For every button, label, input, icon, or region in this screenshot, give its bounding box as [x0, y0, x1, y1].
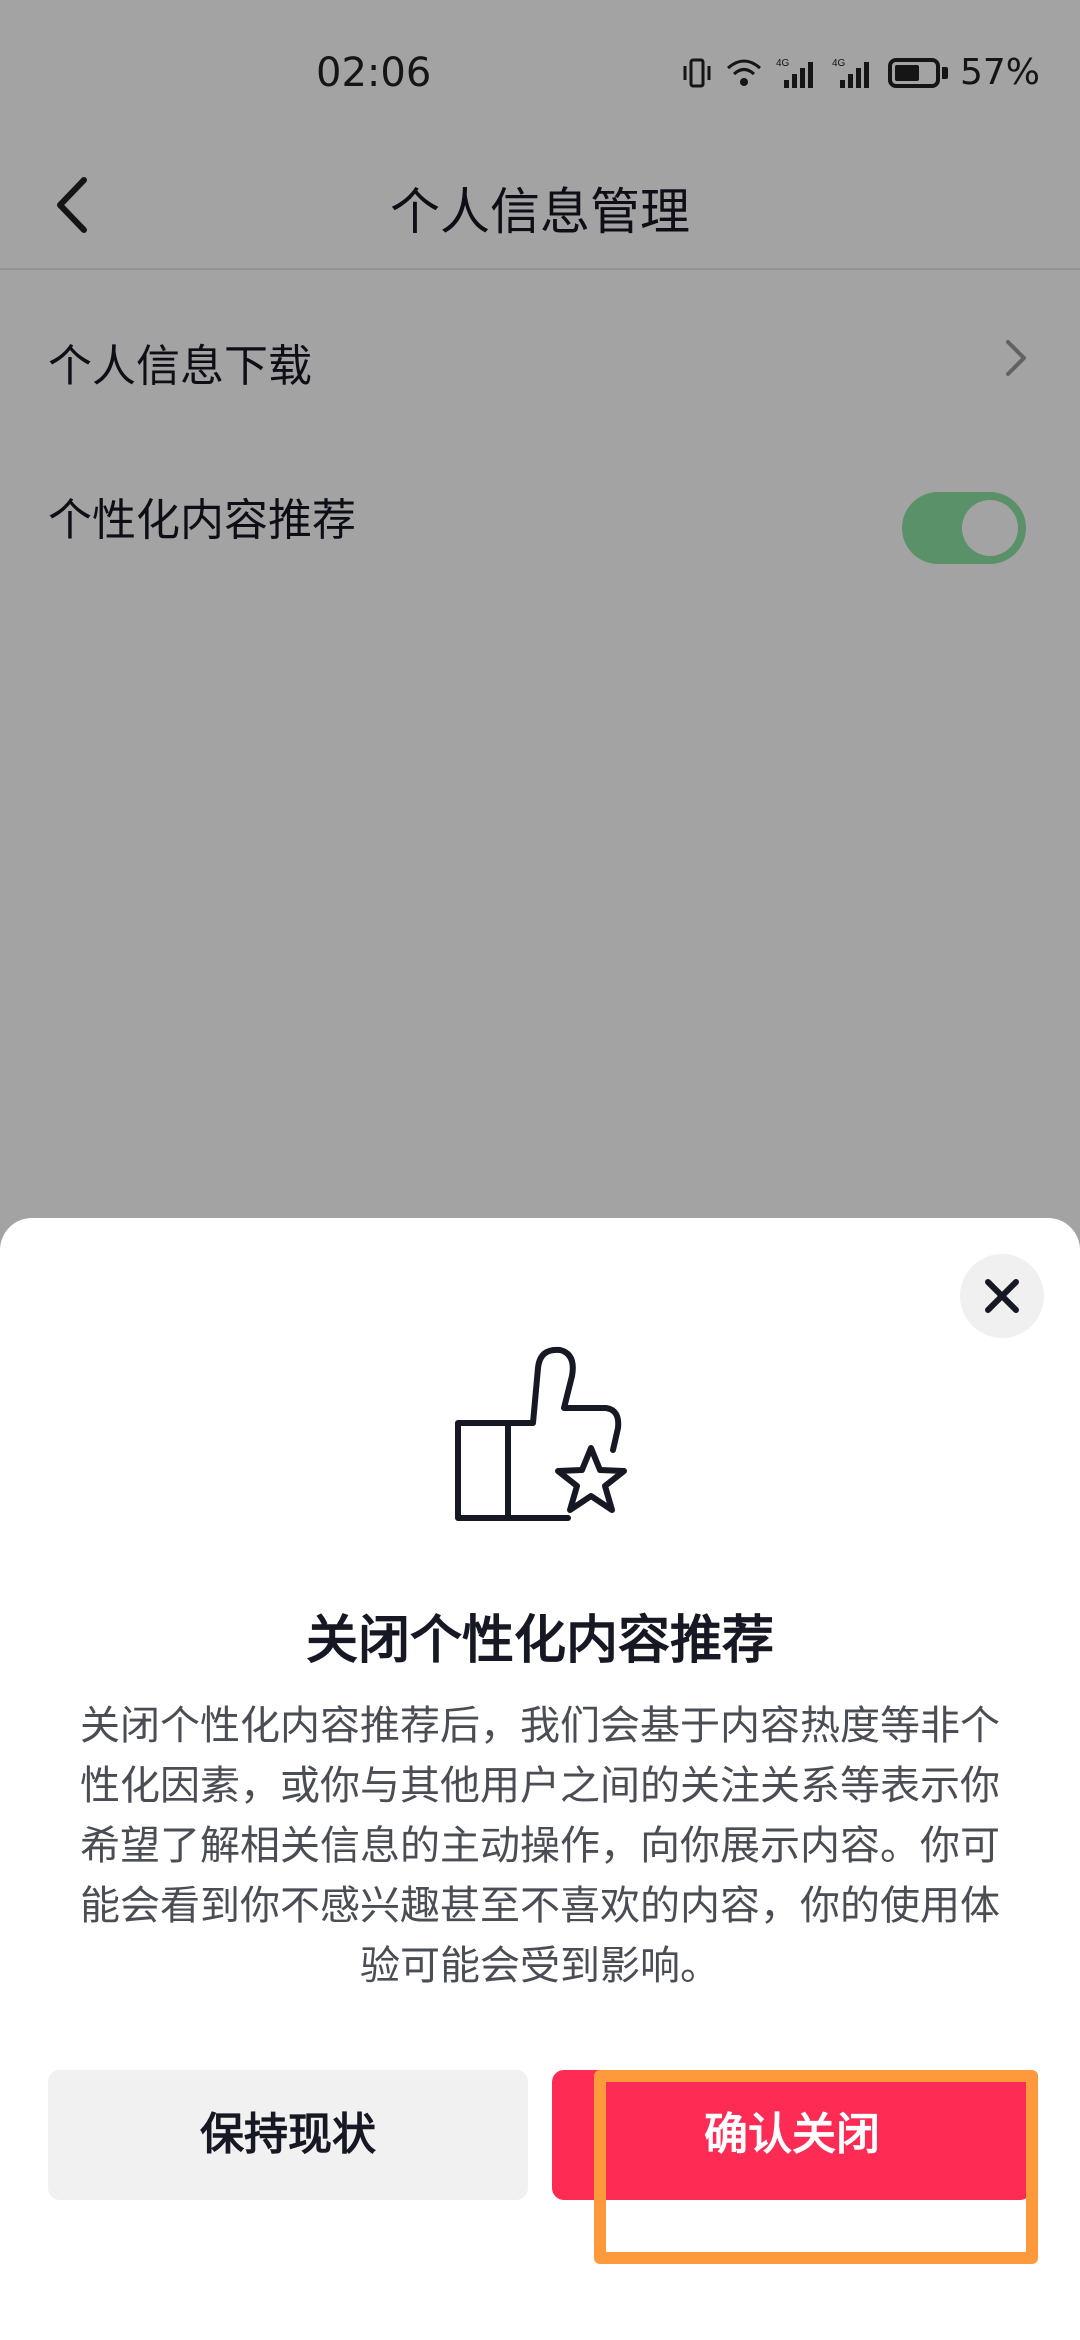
confirm-close-button[interactable]: 确认关闭 [552, 2070, 1032, 2200]
dialog-title: 关闭个性化内容推荐 [305, 1611, 774, 1671]
thumbs-up-star-icon [455, 1346, 627, 1521]
keep-button[interactable]: 保持现状 [48, 2070, 528, 2200]
bottom-sheet-dialog: 关闭个性化内容推荐 关闭个性化内容推荐后，我们会基于内容热度等非个性化因素，或你… [0, 1218, 1080, 2340]
close-button[interactable] [960, 1254, 1044, 1338]
dialog-description: 关闭个性化内容推荐后，我们会基于内容热度等非个性化因素，或你与其他用户之间的关注… [80, 1703, 1000, 1989]
close-icon [985, 1279, 1019, 1313]
